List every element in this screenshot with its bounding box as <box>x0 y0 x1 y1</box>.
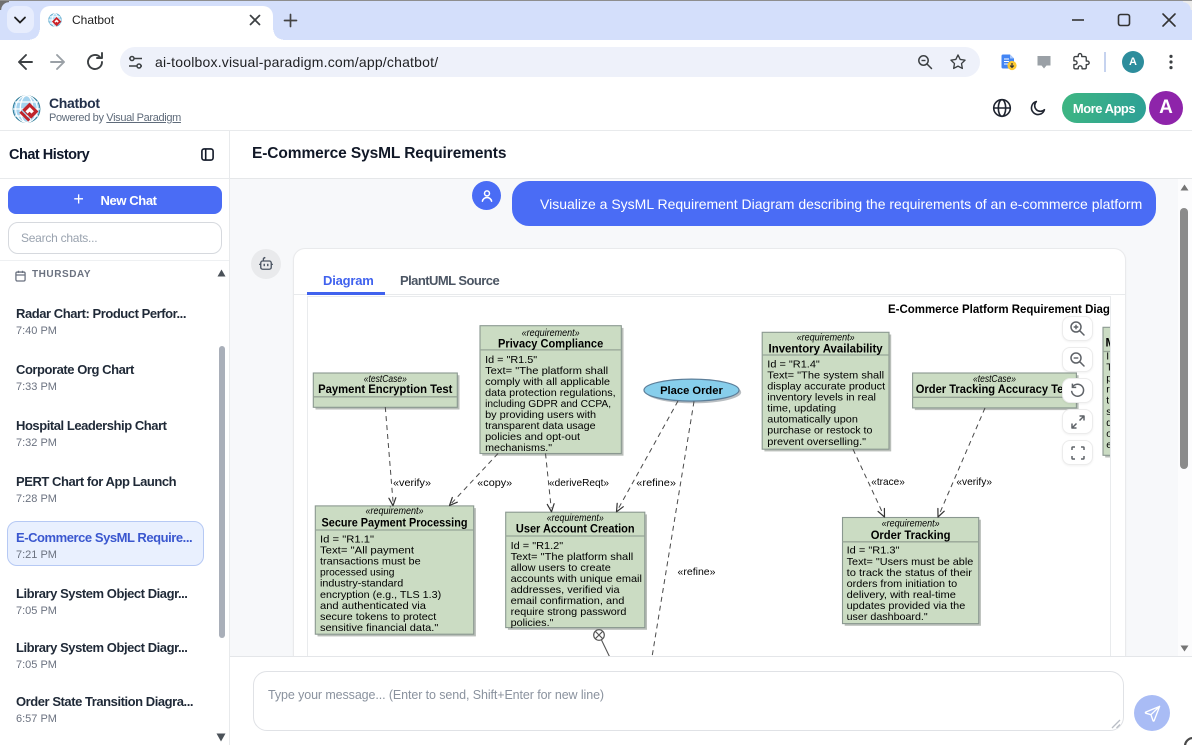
svg-text:time, updating: time, updating <box>767 404 836 415</box>
svg-text:«requirement»: «requirement» <box>882 519 940 530</box>
svg-text:including GDPR and CCPA,: including GDPR and CCPA, <box>485 399 611 410</box>
svg-text:Order Tracking: Order Tracking <box>871 530 951 542</box>
svg-text:mechanisms.": mechanisms." <box>485 443 552 454</box>
svg-text:«verify»: «verify» <box>393 478 431 489</box>
svg-text:Text= "The system shall: Text= "The system shall <box>767 370 884 381</box>
svg-text:Text= "The system: Text= "The system <box>1106 363 1111 374</box>
svg-text:Place Order: Place Order <box>660 385 723 397</box>
svg-text:orders placed: orders placed <box>1106 429 1111 440</box>
svg-text:status updates: status updates <box>1106 407 1111 418</box>
svg-text:Inventory Availability: Inventory Availability <box>769 343 884 355</box>
svg-text:email confirmation, and: email confirmation, and <box>511 596 625 607</box>
svg-text:transactions must be: transactions must be <box>320 557 421 568</box>
svg-text:delivery, with real-time: delivery, with real-time <box>847 590 957 601</box>
svg-text:accounts with unique email: accounts with unique email <box>511 574 642 585</box>
svg-text:«refine»: «refine» <box>678 567 716 578</box>
svg-text:Secure Payment Processing: Secure Payment Processing <box>322 517 468 529</box>
svg-text:«requirement»: «requirement» <box>797 333 855 344</box>
svg-text:delivery alerts: delivery alerts <box>1106 418 1111 429</box>
svg-text:allow users to create: allow users to create <box>511 563 611 574</box>
svg-text:Id = "R1.6": Id = "R1.6" <box>1106 352 1111 363</box>
svg-text:orders from initiation to: orders from initiation to <box>847 579 958 590</box>
svg-text:policies and opt-out: policies and opt-out <box>485 432 580 443</box>
svg-text:provide secure: provide secure <box>1106 374 1111 385</box>
svg-text:policies.": policies." <box>511 618 554 629</box>
svg-text:Text= "All payment: Text= "All payment <box>320 546 414 557</box>
svg-text:Text= "Users must be able: Text= "Users must be able <box>847 557 974 568</box>
svg-text:secure tokens to protect: secure tokens to protect <box>320 612 436 623</box>
svg-text:to track the status of their: to track the status of their <box>847 568 973 579</box>
svg-text:«requirement»: «requirement» <box>547 513 604 524</box>
svg-text:and authenticated via: and authenticated via <box>320 601 426 612</box>
svg-text:user dashboard.": user dashboard." <box>847 612 928 623</box>
svg-text:«copy»: «copy» <box>477 478 512 489</box>
svg-text:«verify»: «verify» <box>956 477 992 488</box>
svg-text:industry-standard: industry-standard <box>320 579 403 590</box>
svg-text:Id = "R1.4": Id = "R1.4" <box>767 359 820 370</box>
svg-text:purchase or restock to: purchase or restock to <box>767 426 872 437</box>
svg-text:Id = "R1.2": Id = "R1.2" <box>511 541 564 552</box>
svg-text:E-Commerce Platform Requiremen: E-Commerce Platform Requirement Diagram <box>888 304 1111 316</box>
svg-text:Text= "The platform shall: Text= "The platform shall <box>511 552 634 563</box>
svg-text:timely email: timely email <box>1106 396 1111 407</box>
svg-text:encryption (e.g., TLS 1.3): encryption (e.g., TLS 1.3) <box>320 590 441 601</box>
svg-text:«requirement»: «requirement» <box>366 506 424 517</box>
svg-text:Id = "R1.3": Id = "R1.3" <box>847 546 900 557</box>
svg-text:Payment Encryption Test: Payment Encryption Test <box>318 384 452 396</box>
svg-text:email channels.": email channels." <box>1106 440 1111 451</box>
svg-text:Order Tracking Accuracy Test: Order Tracking Accuracy Test <box>916 384 1074 396</box>
svg-text:Privacy Compliance: Privacy Compliance <box>498 338 603 350</box>
svg-text:Id = "R1.5": Id = "R1.5" <box>485 355 537 366</box>
svg-text:processed using: processed using <box>320 568 395 579</box>
svg-text:comply with all applicable: comply with all applicable <box>485 377 610 388</box>
svg-text:inventory levels in real: inventory levels in real <box>767 393 876 404</box>
svg-text:Text= "The platform shall: Text= "The platform shall <box>485 366 608 377</box>
svg-text:data protection regulations,: data protection regulations, <box>485 388 616 399</box>
svg-text:updates provided via the: updates provided via the <box>847 601 966 612</box>
svg-text:prevent overselling.": prevent overselling." <box>767 437 866 448</box>
svg-text:by providing users with: by providing users with <box>485 410 596 421</box>
svg-text:require strong password: require strong password <box>511 607 627 618</box>
svg-text:display accurate product: display accurate product <box>767 382 885 393</box>
svg-text:automatically upon: automatically upon <box>767 415 858 426</box>
svg-text:User Account Creation: User Account Creation <box>516 523 635 535</box>
svg-text:sensitive financial data.": sensitive financial data." <box>320 623 439 634</box>
svg-text:transparent data usage: transparent data usage <box>485 421 596 432</box>
svg-text:Id = "R1.1": Id = "R1.1" <box>320 535 374 546</box>
svg-text:«trace»: «trace» <box>871 477 905 488</box>
svg-text:registration with: registration with <box>1106 385 1111 396</box>
svg-text:«refine»: «refine» <box>636 478 676 489</box>
svg-text:«deriveReqt»: «deriveReqt» <box>549 478 609 489</box>
svg-text:addresses, verified via: addresses, verified via <box>511 585 620 596</box>
svg-text:Multi-Channel Alerts: Multi-Channel Alerts <box>1106 338 1112 350</box>
